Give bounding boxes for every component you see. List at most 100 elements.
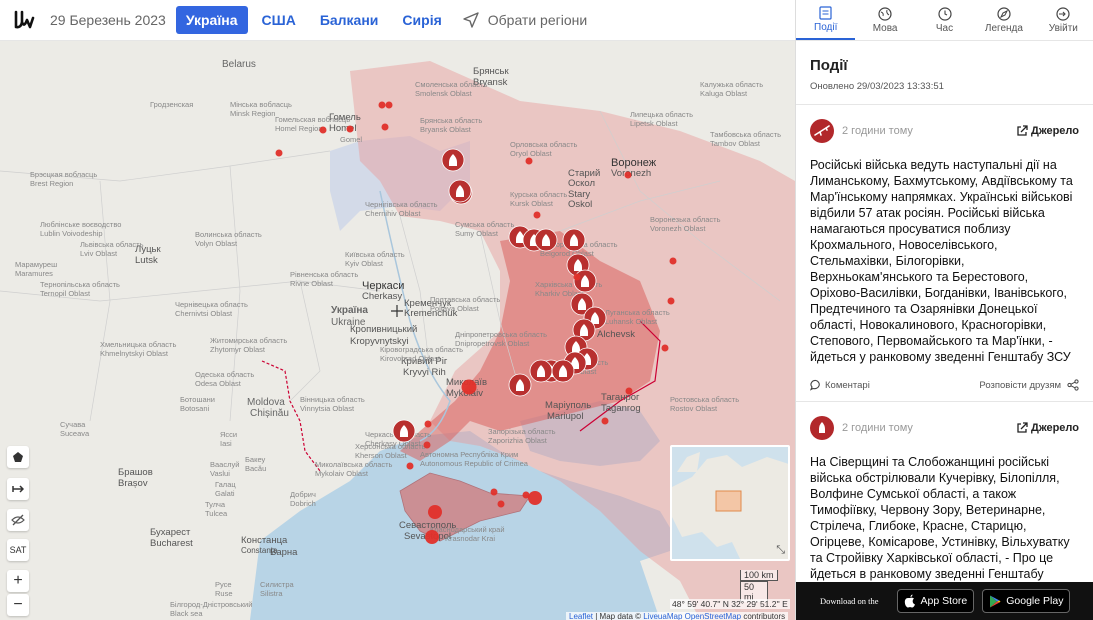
scale-km: 100 km — [740, 570, 778, 581]
google-play-icon — [990, 595, 1001, 607]
expand-minimap-icon[interactable]: ⤡ — [776, 544, 785, 557]
share-button[interactable]: Розповісти друзям — [979, 379, 1079, 391]
region-tab-balkans[interactable]: Балкани — [310, 6, 389, 34]
event-dot-marker[interactable] — [625, 387, 633, 395]
region-tab-usa[interactable]: США — [252, 6, 306, 34]
battle-marker[interactable] — [534, 228, 558, 252]
tab-login-label: Увійти — [1048, 22, 1078, 34]
event-dot-marker[interactable] — [490, 488, 498, 496]
google-play-label: Google Play — [1006, 595, 1064, 607]
tab-time[interactable]: Час — [915, 0, 974, 40]
minimap[interactable]: ⤡ — [670, 445, 790, 561]
region-tab-syria[interactable]: Сирія — [392, 6, 451, 34]
tab-events[interactable]: Події — [796, 0, 856, 40]
login-icon — [1056, 6, 1070, 21]
map-view[interactable]: Belarus Україна Ukraine Moldova Chișinău… — [0, 41, 795, 620]
tab-login[interactable]: Увійти — [1034, 0, 1093, 40]
comments-label: Коментарі — [825, 379, 870, 391]
event-dot-marker[interactable] — [424, 420, 432, 428]
event-dot-marker[interactable] — [669, 257, 677, 265]
apple-icon — [904, 594, 915, 608]
event-dot-marker[interactable] — [667, 297, 675, 305]
external-link-icon — [1017, 422, 1028, 433]
divider — [796, 401, 1093, 402]
tab-legend[interactable]: Легенда — [974, 0, 1033, 40]
top-bar: 29 Березень 2023 Україна США Балкани Сир… — [0, 0, 795, 41]
event-dot-marker[interactable] — [601, 417, 609, 425]
download-label: Download on the — [820, 596, 879, 606]
battle-marker[interactable] — [448, 179, 472, 203]
choose-regions-button[interactable]: Обрати регіони — [462, 11, 587, 29]
event-dot-marker[interactable] — [661, 344, 669, 352]
leaflet-link[interactable]: Leaflet — [569, 612, 593, 620]
eye-off-icon — [11, 514, 25, 526]
event-dot-marker[interactable] — [522, 491, 530, 499]
app-store-button[interactable]: App Store — [896, 589, 975, 613]
app-store-label: App Store — [920, 595, 968, 607]
event-text: На Сіверщині та Слобожанщині російські в… — [810, 455, 1070, 597]
map-attribution: Leaflet | Map data © LiveuaMap OpenStree… — [566, 612, 789, 620]
google-play-button[interactable]: Google Play — [982, 589, 1071, 613]
event-dot-marker[interactable] — [461, 379, 477, 395]
event-item[interactable]: 2 години тому Джерело На Сіверщині та Сл… — [796, 416, 1093, 598]
event-dot-marker[interactable] — [528, 491, 542, 505]
battle-marker[interactable] — [529, 359, 553, 383]
measure-button[interactable] — [7, 478, 29, 500]
event-dot-marker[interactable] — [425, 530, 439, 544]
osm-link[interactable]: LiveuaMap OpenStreetMap — [643, 612, 741, 620]
source-label: Джерело — [1030, 125, 1079, 137]
event-dot-marker[interactable] — [573, 273, 581, 281]
event-dot-marker[interactable] — [497, 500, 505, 508]
source-link[interactable]: Джерело — [1016, 422, 1079, 434]
event-dot-marker[interactable] — [428, 505, 442, 519]
current-date[interactable]: 29 Березень 2023 — [50, 12, 166, 28]
event-dot-marker[interactable] — [533, 211, 541, 219]
tab-language[interactable]: Мова — [855, 0, 914, 40]
battle-marker[interactable] — [562, 228, 586, 252]
crosshair-icon — [391, 305, 403, 317]
source-link[interactable]: Джерело — [1016, 125, 1079, 137]
satellite-toggle-button[interactable]: SAT — [7, 539, 29, 561]
choose-regions-label: Обрати регіони — [487, 12, 588, 28]
event-item[interactable]: 2 години тому Джерело Російські війська … — [796, 119, 1093, 391]
battle-marker[interactable] — [508, 373, 532, 397]
event-dot-marker[interactable] — [406, 462, 414, 470]
europe-minimap — [672, 452, 788, 559]
event-dot-marker[interactable] — [624, 171, 632, 179]
event-dot-marker[interactable] — [525, 157, 533, 165]
zoom-in-button[interactable]: + — [7, 570, 29, 592]
app-download-bar: Download on the App Store Google Play — [796, 582, 1093, 620]
battle-marker[interactable] — [551, 359, 575, 383]
zoom-out-button[interactable]: − — [7, 594, 29, 616]
battle-marker[interactable] — [441, 148, 465, 172]
source-label: Джерело — [1030, 422, 1079, 434]
event-dot-marker[interactable] — [381, 123, 389, 131]
event-dot-marker[interactable] — [319, 126, 327, 134]
shell-icon — [810, 416, 834, 440]
event-dot-marker[interactable] — [346, 125, 354, 133]
attribution-end: contributors — [741, 612, 786, 620]
tab-language-label: Мова — [872, 22, 898, 34]
tab-legend-label: Легенда — [984, 22, 1023, 34]
event-dot-marker[interactable] — [275, 149, 283, 157]
battle-marker[interactable] — [573, 269, 597, 293]
event-dot-marker[interactable] — [378, 101, 386, 109]
attribution-text: | Map data © — [593, 612, 644, 620]
compass-icon — [997, 6, 1011, 21]
arrow-right-icon — [12, 485, 24, 493]
region-tab-ukraine[interactable]: Україна — [175, 6, 248, 34]
tab-events-label: Події — [814, 21, 838, 33]
comments-button[interactable]: Коментарі — [810, 379, 979, 391]
hide-layers-button[interactable] — [7, 509, 29, 531]
event-dot-marker[interactable] — [423, 441, 431, 449]
event-text: Російські війська ведуть наступальні дії… — [810, 158, 1073, 364]
event-dot-marker[interactable] — [385, 101, 393, 109]
cursor-coordinates: 48° 59' 40.7'' N 32° 29' 51.2'' E — [670, 599, 790, 609]
document-icon — [819, 5, 832, 20]
divider — [796, 104, 1093, 105]
liveuamap-logo[interactable] — [4, 0, 44, 41]
map-scale: 100 km 50 mi — [740, 570, 778, 602]
draw-polygon-button[interactable] — [7, 446, 29, 468]
battle-marker[interactable] — [392, 419, 416, 443]
pentagon-icon — [13, 452, 23, 462]
